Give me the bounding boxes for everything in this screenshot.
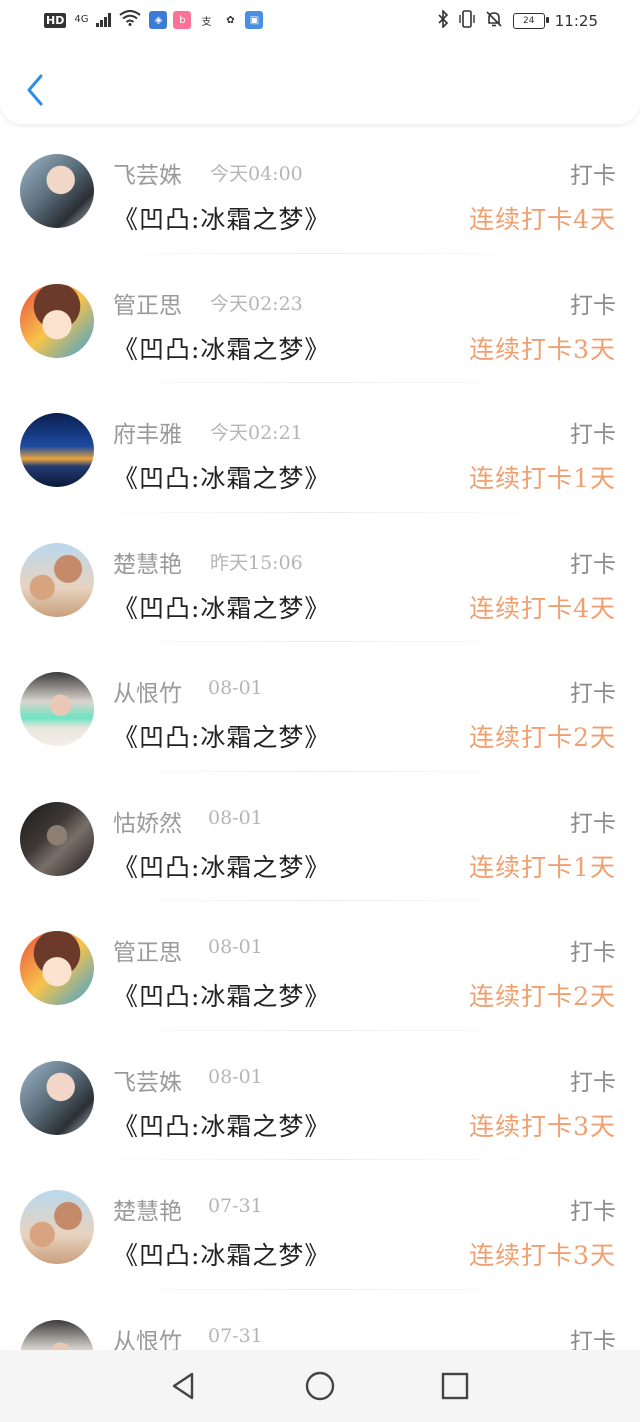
checkin-time: 今天02:21 xyxy=(210,422,303,444)
wifi-icon xyxy=(119,10,142,30)
avatar[interactable] xyxy=(20,1060,94,1135)
checkin-row[interactable]: 管正思 今天02:23 《凹凸:冰霜之梦》 打卡连续打卡3天 xyxy=(0,254,640,383)
alipay-app-icon: 支 xyxy=(197,11,216,29)
streak-label: 连续打卡3天 xyxy=(469,1241,616,1270)
bilibili-app-icon: b xyxy=(173,11,192,29)
checkin-time: 今天02:23 xyxy=(210,292,303,315)
notification-app-icons: ◈ b 支 ✿ ▣ xyxy=(149,11,264,29)
checkin-time: 08-01 xyxy=(208,936,263,958)
checkin-label: 打卡 xyxy=(570,422,616,448)
clock: 11:25 xyxy=(554,12,598,30)
checkin-row[interactable]: 楚慧艳 07-31 《凹凸:冰霜之梦》 打卡连续打卡3天 xyxy=(0,1160,640,1290)
streak-label: 连续打卡3天 xyxy=(469,1111,616,1141)
avatar[interactable] xyxy=(20,154,94,228)
streak-label: 连续打卡1天 xyxy=(469,464,616,493)
avatar[interactable] xyxy=(20,413,94,487)
checkin-row[interactable]: 从恨竹 08-01 《凹凸:冰霜之梦》 打卡连续打卡2天 xyxy=(0,642,640,772)
checkin-time: 08-01 xyxy=(208,806,263,829)
user-name[interactable]: 管正思 xyxy=(113,933,182,967)
avatar[interactable] xyxy=(20,283,94,358)
checkin-label: 打卡 xyxy=(570,1069,616,1096)
user-name[interactable]: 怙娇然 xyxy=(113,804,182,838)
book-title[interactable]: 《凹凸:冰霜之梦》 xyxy=(113,718,330,754)
avatar[interactable] xyxy=(20,801,94,876)
user-name[interactable]: 管正思 xyxy=(113,286,182,320)
streak-label: 连续打卡3天 xyxy=(469,334,616,364)
dolphin-app-icon: ◈ xyxy=(149,11,168,29)
store-app-icon: ▣ xyxy=(245,11,264,29)
checkin-time: 07-31 xyxy=(208,1324,263,1347)
signal-icon xyxy=(96,13,112,27)
streak-label: 连续打卡2天 xyxy=(469,723,616,752)
checkin-label: 打卡 xyxy=(570,810,616,837)
hd-indicator: HD xyxy=(44,12,67,28)
checkin-row[interactable]: 飞芸姝 今天04:00 《凹凸:冰霜之梦》 打卡连续打卡4天 xyxy=(0,124,640,254)
book-title[interactable]: 《凹凸:冰霜之梦》 xyxy=(113,589,330,625)
user-name[interactable]: 飞芸姝 xyxy=(113,1063,182,1097)
checkin-time: 今天04:00 xyxy=(210,163,303,185)
checkin-label: 打卡 xyxy=(570,940,616,966)
avatar[interactable] xyxy=(20,542,94,617)
book-title[interactable]: 《凹凸:冰霜之梦》 xyxy=(113,200,330,236)
book-title[interactable]: 《凹凸:冰霜之梦》 xyxy=(113,977,330,1013)
status-bar: HD 4G ◈ b 支 ✿ ▣ 24 11:25 xyxy=(0,0,640,44)
streak-label: 连续打卡1天 xyxy=(469,852,616,882)
circle-home-icon[interactable] xyxy=(303,1369,337,1403)
streak-label: 连续打卡2天 xyxy=(469,982,616,1011)
avatar[interactable] xyxy=(20,1190,94,1264)
checkin-label: 打卡 xyxy=(570,163,616,189)
avatar[interactable] xyxy=(20,931,94,1005)
book-title[interactable]: 《凹凸:冰霜之梦》 xyxy=(113,459,330,495)
streak-label: 连续打卡4天 xyxy=(469,593,616,623)
checkin-row[interactable]: 管正思 08-01 《凹凸:冰霜之梦》 打卡连续打卡2天 xyxy=(0,901,640,1031)
system-nav-bar xyxy=(0,1350,640,1422)
user-name[interactable]: 楚慧艳 xyxy=(113,545,182,579)
mute-bell-icon xyxy=(485,10,503,32)
square-recents-icon[interactable] xyxy=(438,1369,472,1403)
checkin-time: 07-31 xyxy=(208,1195,263,1217)
streak-label: 连续打卡4天 xyxy=(469,205,616,234)
network-type: 4G xyxy=(74,14,89,25)
checkin-label: 打卡 xyxy=(570,681,616,707)
avatar[interactable] xyxy=(20,672,94,746)
checkin-row[interactable]: 怙娇然 08-01 《凹凸:冰霜之梦》 打卡连续打卡1天 xyxy=(0,772,640,901)
checkin-label: 打卡 xyxy=(570,1199,616,1225)
checkin-row[interactable]: 楚慧艳 昨天15:06 《凹凸:冰霜之梦》 打卡连续打卡4天 xyxy=(0,513,640,642)
book-title[interactable]: 《凹凸:冰霜之梦》 xyxy=(113,1236,330,1272)
checkin-time: 昨天15:06 xyxy=(210,551,303,574)
book-title[interactable]: 《凹凸:冰霜之梦》 xyxy=(113,330,330,366)
user-name[interactable]: 从恨竹 xyxy=(113,674,182,708)
vibrate-icon xyxy=(459,10,475,32)
checkin-row[interactable]: 府丰雅 今天02:21 《凹凸:冰霜之梦》 打卡连续打卡1天 xyxy=(0,383,640,513)
checkin-label: 打卡 xyxy=(570,292,616,319)
battery-level: 24 xyxy=(523,16,535,26)
user-name[interactable]: 府丰雅 xyxy=(113,415,182,449)
book-title[interactable]: 《凹凸:冰霜之梦》 xyxy=(113,848,330,884)
chevron-left-icon[interactable] xyxy=(22,72,48,108)
triangle-back-icon[interactable] xyxy=(166,1369,200,1403)
checkin-label: 打卡 xyxy=(570,551,616,578)
checkin-row[interactable]: 飞芸姝 08-01 《凹凸:冰霜之梦》 打卡连续打卡3天 xyxy=(0,1031,640,1160)
user-name[interactable]: 楚慧艳 xyxy=(113,1192,182,1226)
colorful-app-icon: ✿ xyxy=(221,11,240,29)
bluetooth-icon xyxy=(437,9,449,32)
checkin-list: 飞芸姝 今天04:00 《凹凸:冰霜之梦》 打卡 连续打卡4天 管正思 今天02:23 《凹凸… xyxy=(0,124,640,1419)
battery-icon: 24 xyxy=(512,13,549,29)
checkin-time: 08-01 xyxy=(208,677,263,699)
book-title[interactable]: 《凹凸:冰霜之梦》 xyxy=(113,1107,330,1143)
user-name[interactable]: 飞芸姝 xyxy=(113,156,182,190)
checkin-time: 08-01 xyxy=(208,1065,263,1088)
